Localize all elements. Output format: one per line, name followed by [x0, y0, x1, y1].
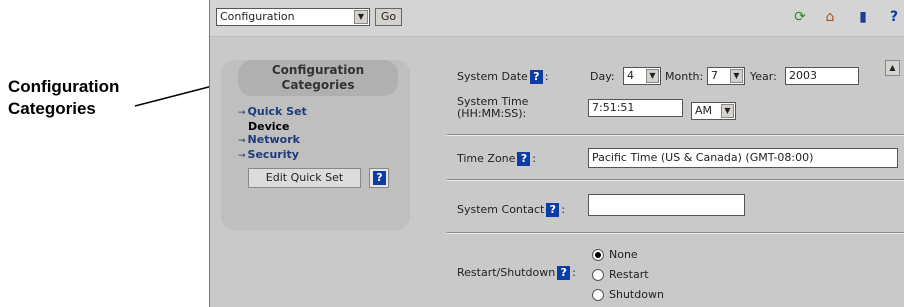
edit-quick-set-help-button[interactable]: ?	[369, 168, 389, 188]
categories-title-line-2: Categories	[281, 78, 355, 92]
help-icon[interactable]: ?	[557, 266, 571, 280]
time-input[interactable]: 7:51:51	[588, 99, 683, 117]
chevron-down-icon[interactable]: ▼	[646, 69, 659, 83]
section-select-value: Configuration	[220, 10, 295, 23]
help-icon[interactable]: ?	[886, 9, 902, 25]
categories-title: Configuration Categories	[238, 60, 398, 96]
arrow-right-icon: →	[238, 151, 246, 161]
help-icon: ?	[373, 171, 386, 185]
system-contact-label: System Contact?:	[457, 203, 566, 217]
system-contact-input[interactable]	[588, 194, 745, 216]
section-select[interactable]: Configuration ▼	[216, 8, 370, 26]
top-toolbar: Configuration ▼ Go ⟳ ⌂ ▮ ?	[210, 0, 904, 37]
annotation-line-1: Configuration	[8, 77, 120, 96]
ampm-select[interactable]: AM ▼	[691, 102, 736, 120]
radio-shutdown[interactable]: Shutdown	[592, 288, 664, 301]
category-quick-set[interactable]: → Quick Set	[238, 105, 307, 120]
year-label: Year:	[750, 70, 777, 83]
time-zone-label: Time Zone?:	[457, 152, 537, 166]
book-icon[interactable]: ▮	[855, 9, 871, 25]
radio-restart[interactable]: Restart	[592, 268, 649, 281]
annotation-line-2: Categories	[8, 99, 96, 118]
restart-shutdown-label: Restart/Shutdown?:	[457, 266, 576, 280]
radio-button[interactable]	[592, 249, 604, 261]
annotation-callout: Configuration Categories	[8, 76, 119, 120]
app-window: Configuration ▼ Go ⟳ ⌂ ▮ ? Configuration…	[209, 0, 904, 307]
help-icon[interactable]: ?	[546, 203, 560, 217]
radio-button[interactable]	[592, 269, 604, 281]
day-select[interactable]: 4 ▼	[623, 67, 661, 85]
radio-none[interactable]: None	[592, 248, 638, 261]
help-icon[interactable]: ?	[517, 152, 531, 166]
radio-button[interactable]	[592, 289, 604, 301]
category-security[interactable]: → Security	[238, 148, 307, 163]
year-input[interactable]: 2003	[785, 67, 859, 85]
category-list: → Quick Set Device → Network → Security	[238, 105, 307, 163]
divider	[447, 179, 904, 181]
divider	[447, 134, 904, 136]
arrow-right-icon: →	[238, 108, 246, 118]
edit-quick-set-button[interactable]: Edit Quick Set	[248, 168, 361, 188]
chevron-down-icon[interactable]: ▼	[730, 69, 743, 83]
chevron-down-icon[interactable]: ▼	[721, 104, 734, 118]
categories-panel: Configuration Categories → Quick Set Devi…	[221, 60, 410, 230]
help-icon[interactable]: ?	[529, 70, 543, 84]
arrow-right-icon: →	[238, 136, 246, 146]
month-label: Month:	[665, 70, 704, 83]
categories-title-line-1: Configuration	[271, 63, 365, 77]
divider	[447, 232, 904, 234]
scroll-up-arrow[interactable]: ▲	[885, 60, 900, 76]
category-device: Device	[248, 120, 290, 133]
chevron-down-icon[interactable]: ▼	[354, 10, 368, 24]
system-time-label: System Time (HH:MM:SS):	[457, 95, 529, 120]
day-label: Day:	[590, 70, 615, 83]
refresh-icon[interactable]: ⟳	[792, 9, 808, 25]
month-select[interactable]: 7 ▼	[707, 67, 745, 85]
time-zone-select[interactable]: Pacific Time (US & Canada) (GMT-08:00)	[588, 148, 898, 168]
category-network[interactable]: → Network	[238, 133, 307, 148]
home-icon[interactable]: ⌂	[822, 9, 838, 25]
go-button[interactable]: Go	[375, 8, 402, 26]
system-date-label: System Date?:	[457, 70, 549, 84]
